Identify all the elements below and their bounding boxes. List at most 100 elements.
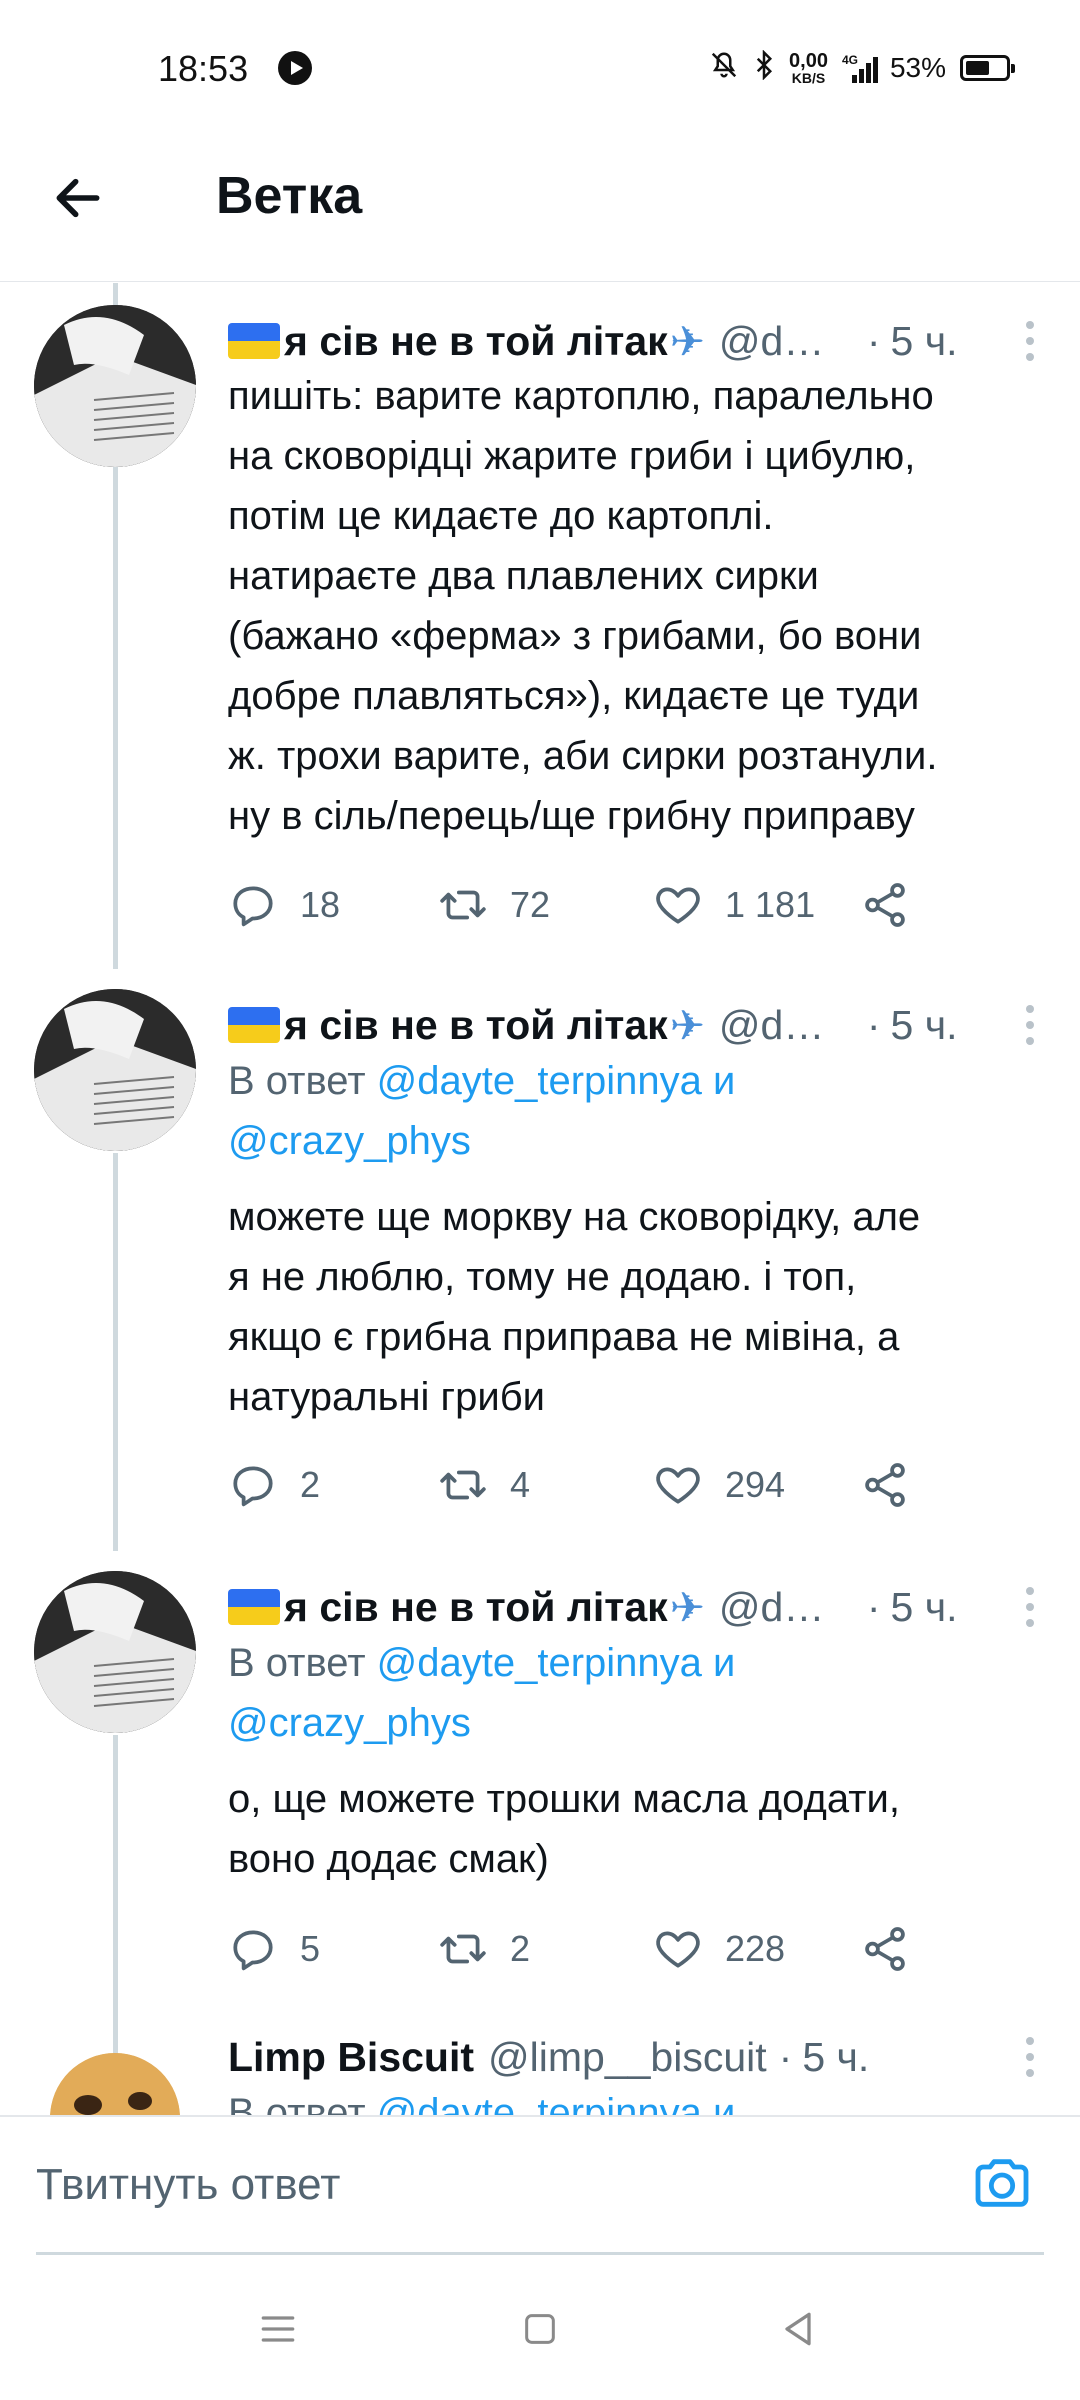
- avatar[interactable]: [34, 989, 196, 1151]
- display-name[interactable]: я сів не в той літак: [284, 1584, 668, 1631]
- retweet-button[interactable]: 2: [438, 1919, 530, 1979]
- reply-button[interactable]: 2: [228, 1455, 320, 1515]
- more-options-icon[interactable]: [1012, 1579, 1048, 1635]
- media-notification-icon: [278, 51, 312, 85]
- reply-conjunction: и: [713, 1059, 736, 1103]
- reply-mention[interactable]: @crazy_phys: [228, 1701, 471, 1745]
- dot-separator: ·: [866, 1583, 881, 1630]
- tweet-text: можете ще моркву на сковорідку, але я не…: [228, 1187, 1048, 1427]
- status-time: 18:53: [158, 48, 249, 89]
- share-icon: [865, 1927, 905, 1971]
- text-line: (бажано «ферма» з грибами, бо вони: [228, 614, 922, 658]
- avatar[interactable]: [34, 1571, 196, 1733]
- tweet[interactable]: Limp Biscuit @limp__biscuit · 5 ч. В отв…: [0, 2021, 1080, 2115]
- network-type: 4G: [841, 53, 858, 67]
- tweet-header: я сів не в той літак ✈ @dayte_terpinnya …: [228, 313, 1056, 369]
- reply-count: 5: [300, 1928, 321, 1969]
- reply-mention[interactable]: @crazy_phys: [228, 1119, 471, 1163]
- share-button[interactable]: [860, 1919, 910, 1979]
- retweet-icon: [440, 1934, 486, 1964]
- home-square-icon: [525, 2314, 555, 2344]
- system-back-button[interactable]: [768, 2299, 828, 2359]
- tweet-actions: 18 72 1 181: [228, 875, 1028, 935]
- like-button[interactable]: 1 181: [653, 875, 815, 935]
- battery-icon: [960, 55, 1015, 81]
- page-title: Ветка: [216, 167, 363, 225]
- timestamp[interactable]: 5 ч.: [891, 1584, 958, 1631]
- tweet-actions: 2 4 294: [228, 1455, 1028, 1515]
- tweet-header: я сів не в той літак ✈ @dayte_terpinnya …: [228, 1579, 1056, 1635]
- reply-mention[interactable]: @dayte_terpinnya: [377, 1059, 702, 1103]
- display-name[interactable]: я сів не в той літак: [284, 1002, 668, 1049]
- text-line: якщо є грибна приправа не мівіна, а: [228, 1315, 900, 1359]
- reply-mention[interactable]: @dayte_terpinnya: [377, 1641, 702, 1685]
- handle[interactable]: @dayte_terpinnya: [719, 318, 839, 365]
- timestamp[interactable]: 5 ч.: [891, 1002, 958, 1049]
- back-button[interactable]: [42, 162, 114, 234]
- like-button[interactable]: 228: [653, 1919, 785, 1979]
- airplane-icon: ✈: [669, 1583, 705, 1631]
- avatar[interactable]: [34, 305, 196, 467]
- display-name[interactable]: я сів не в той літак: [284, 318, 668, 365]
- mute-bell-icon: [709, 50, 739, 86]
- like-button[interactable]: 294: [653, 1455, 785, 1515]
- ukraine-flag-icon: [228, 323, 280, 359]
- home-button[interactable]: [510, 2299, 570, 2359]
- reply-icon: [233, 1930, 273, 1971]
- tweet-header: Limp Biscuit @limp__biscuit · 5 ч.: [228, 2029, 1056, 2085]
- battery-percent: 53%: [889, 52, 946, 83]
- retweet-button[interactable]: 4: [438, 1455, 530, 1515]
- handle[interactable]: @limp__biscuit: [488, 2034, 767, 2081]
- dot-separator: ·: [866, 1001, 881, 1048]
- tweet[interactable]: я сів не в той літак ✈ @dayte_terpinnya …: [0, 989, 1080, 1569]
- bluetooth-icon: [753, 49, 775, 86]
- reply-conjunction: и: [713, 1641, 736, 1685]
- menu-button[interactable]: [248, 2299, 308, 2359]
- thread-feed[interactable]: я сів не в той літак ✈ @dayte_terpinnya …: [0, 283, 1080, 2115]
- heart-icon: [656, 1931, 700, 1968]
- tweet[interactable]: я сів не в той літак ✈ @dayte_terpinnya …: [0, 1571, 1080, 2011]
- reply-input[interactable]: Твитнуть ответ: [36, 2147, 916, 2223]
- timestamp[interactable]: 5 ч.: [891, 318, 958, 365]
- reply-button[interactable]: 5: [228, 1919, 320, 1979]
- more-options-icon[interactable]: [1012, 313, 1048, 369]
- share-button[interactable]: [860, 875, 910, 935]
- camera-button[interactable]: [964, 2145, 1040, 2221]
- reply-button[interactable]: 18: [228, 875, 340, 935]
- text-line: пишіть: варите картоплю, паралельно: [228, 374, 934, 418]
- cell-signal-icon: 4G: [841, 53, 878, 83]
- more-options-icon[interactable]: [1012, 2029, 1048, 2085]
- tweet[interactable]: я сів не в той літак ✈ @dayte_terpinnya …: [0, 305, 1080, 927]
- network-speed: 0,00 KB/S: [789, 51, 828, 85]
- system-navigation-bar: [0, 2255, 1080, 2400]
- timestamp[interactable]: 5 ч.: [802, 2034, 869, 2081]
- more-options-icon[interactable]: [1012, 997, 1048, 1053]
- reply-context: В ответ @dayte_terpinnya и @crazy_phys: [228, 1051, 1048, 1171]
- text-line: натуральні гриби: [228, 1375, 545, 1419]
- network-speed-value: 0,00: [789, 50, 828, 72]
- ukraine-flag-icon: [228, 1589, 280, 1625]
- text-line: натираєте два плавлених сирки: [228, 554, 819, 598]
- handle[interactable]: @dayte_terpinnya: [719, 1002, 839, 1049]
- retweet-count: 2: [510, 1928, 531, 1969]
- camera-icon: [975, 2159, 1029, 2207]
- retweet-button[interactable]: 72: [438, 875, 550, 935]
- text-line: воно додає смак): [228, 1837, 549, 1881]
- handle[interactable]: @dayte_terpinnya: [719, 1584, 839, 1631]
- reply-mention[interactable]: @dayte_terpinnya: [377, 2091, 702, 2115]
- network-speed-unit: KB/S: [791, 70, 826, 86]
- dot-separator: ·: [866, 317, 881, 364]
- retweet-icon: [440, 1470, 486, 1500]
- reply-context: В ответ @dayte_terpinnya и: [228, 2083, 1048, 2115]
- thread-line-top: [113, 283, 118, 305]
- menu-icon: [261, 2316, 295, 2342]
- share-button[interactable]: [860, 1455, 910, 1515]
- avatar[interactable]: [50, 2053, 180, 2115]
- reply-prefix: В ответ: [228, 2091, 366, 2115]
- heart-icon: [656, 887, 700, 924]
- airplane-icon: ✈: [669, 317, 705, 365]
- reply-prefix: В ответ: [228, 1641, 366, 1685]
- display-name[interactable]: Limp Biscuit: [228, 2034, 474, 2081]
- app-header: Ветка: [0, 110, 1080, 282]
- reply-prefix: В ответ: [228, 1059, 366, 1103]
